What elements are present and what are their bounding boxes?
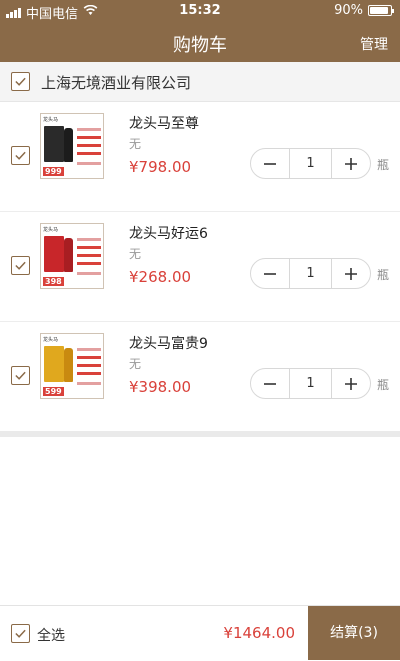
- product-image[interactable]: 龙头马 999: [40, 113, 104, 179]
- product-bottle: [64, 128, 73, 162]
- check-icon: [15, 371, 26, 380]
- unit-label: 瓶: [377, 378, 390, 392]
- total-price: ¥1464.00: [223, 624, 295, 642]
- item-checkbox[interactable]: [11, 366, 30, 385]
- cart-item: 龙头马 599 龙头马富贵9 无 ¥398.00 1 瓶: [0, 322, 400, 432]
- select-all-label[interactable]: 全选: [37, 625, 65, 645]
- minus-icon: [264, 162, 276, 165]
- product-bottle: [64, 348, 73, 382]
- quantity-stepper: 1: [250, 368, 371, 399]
- select-all-checkbox[interactable]: [11, 624, 30, 643]
- product-box: [44, 346, 64, 382]
- unit-label: 瓶: [377, 158, 390, 172]
- product-image[interactable]: 龙头马 599: [40, 333, 104, 399]
- nav-bar: 购物车 管理: [0, 22, 400, 62]
- product-spec: 无: [129, 247, 142, 261]
- product-name[interactable]: 龙头马至尊: [129, 113, 199, 133]
- increase-button[interactable]: [332, 369, 370, 398]
- image-price-tag: 398: [43, 277, 64, 286]
- checkout-bar: 全选 ¥1464.00 结算(3): [0, 605, 400, 661]
- cart-item: 龙头马 398 龙头马好运6 无 ¥268.00 1 瓶: [0, 212, 400, 322]
- store-name: 上海无境酒业有限公司: [41, 74, 192, 92]
- minus-icon: [264, 272, 276, 275]
- product-price: ¥798.00: [129, 158, 192, 176]
- item-checkbox[interactable]: [11, 146, 30, 165]
- store-checkbox[interactable]: [11, 72, 30, 91]
- product-price: ¥398.00: [129, 378, 192, 396]
- item-checkbox[interactable]: [11, 256, 30, 275]
- minus-icon: [264, 382, 276, 385]
- manage-button[interactable]: 管理: [360, 34, 388, 54]
- product-spec: 无: [129, 357, 142, 371]
- quantity-stepper: 1: [250, 148, 371, 179]
- increase-button[interactable]: [332, 149, 370, 178]
- decrease-button[interactable]: [251, 259, 289, 288]
- status-bar: 中国电信 15:32 90%: [0, 0, 400, 22]
- check-icon: [15, 261, 26, 270]
- check-icon: [15, 629, 26, 638]
- image-price-tag: 999: [43, 167, 64, 176]
- product-bottle: [64, 238, 73, 272]
- brand-mark: 龙头马: [43, 227, 59, 233]
- product-image[interactable]: 龙头马 398: [40, 223, 104, 289]
- status-right: 90%: [334, 3, 394, 18]
- decrease-button[interactable]: [251, 149, 289, 178]
- cart-item: 龙头马 999 龙头马至尊 无 ¥798.00 1 瓶: [0, 102, 400, 212]
- product-name[interactable]: 龙头马好运6: [129, 223, 208, 243]
- checkout-button[interactable]: 结算(3): [308, 606, 400, 660]
- image-price-tag: 599: [43, 387, 64, 396]
- brand-mark: 龙头马: [43, 337, 59, 343]
- product-box: [44, 236, 64, 272]
- section-divider: [0, 431, 400, 437]
- store-header: 上海无境酒业有限公司: [0, 62, 400, 102]
- brand-mark: 龙头马: [43, 117, 59, 123]
- battery-icon: [368, 5, 394, 16]
- quantity-stepper: 1: [250, 258, 371, 289]
- decrease-button[interactable]: [251, 369, 289, 398]
- product-price: ¥268.00: [129, 268, 192, 286]
- page-title: 购物车: [173, 35, 227, 56]
- quantity-value[interactable]: 1: [289, 369, 332, 398]
- quantity-value[interactable]: 1: [289, 149, 332, 178]
- unit-label: 瓶: [377, 268, 390, 282]
- quantity-value[interactable]: 1: [289, 259, 332, 288]
- check-icon: [15, 151, 26, 160]
- product-box: [44, 126, 64, 162]
- plus-icon: [345, 377, 357, 390]
- battery-percent: 90%: [334, 3, 363, 18]
- increase-button[interactable]: [332, 259, 370, 288]
- product-spec: 无: [129, 137, 142, 151]
- product-name[interactable]: 龙头马富贵9: [129, 333, 208, 353]
- check-icon: [15, 77, 26, 86]
- plus-icon: [345, 157, 357, 170]
- plus-icon: [345, 267, 357, 280]
